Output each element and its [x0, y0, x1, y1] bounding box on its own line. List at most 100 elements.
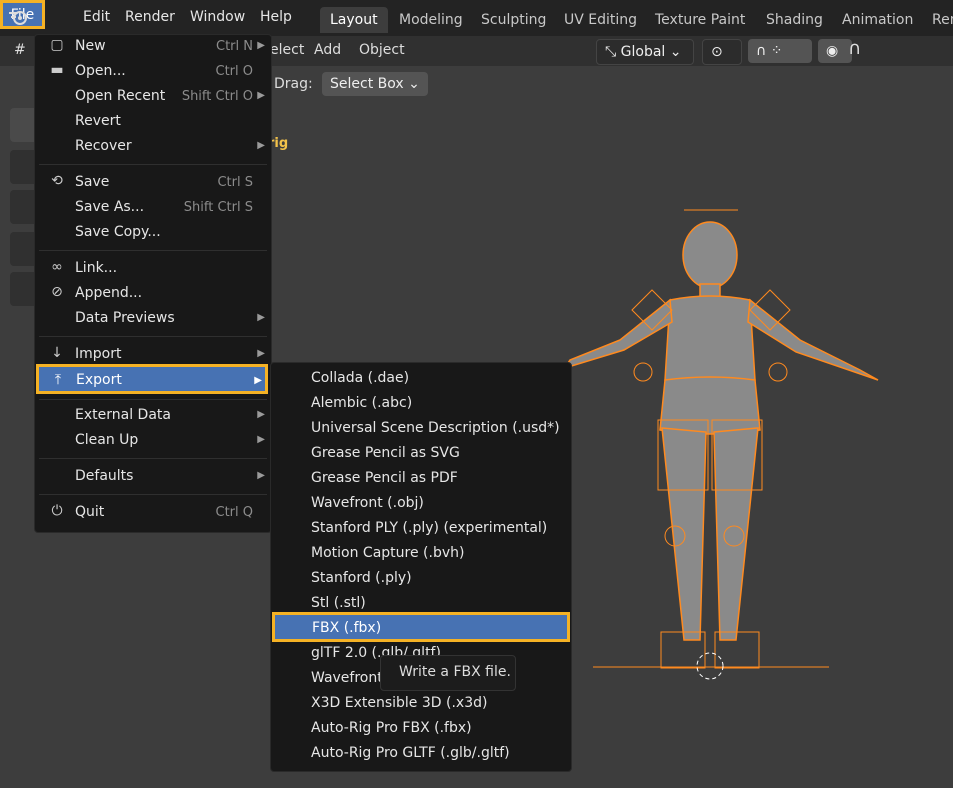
tab-shading[interactable]: Shading	[756, 7, 833, 33]
export-arp-fbx-item[interactable]: Auto-Rig Pro FBX (.fbx)	[271, 717, 571, 741]
export-gp-pdf-item[interactable]: Grease Pencil as PDF	[271, 467, 571, 491]
item-label: Save	[75, 174, 110, 190]
blender-logo-icon[interactable]	[8, 8, 30, 28]
file-save-as-item[interactable]: Save As... Shift Ctrl S	[35, 196, 271, 220]
submenu-arrow-icon: ▶	[257, 409, 265, 420]
tab-animation[interactable]: Animation	[832, 7, 923, 33]
menu-select[interactable]: elect	[270, 42, 304, 58]
file-defaults-item[interactable]: Defaults ▶	[35, 465, 271, 489]
item-label: FBX (.fbx)	[312, 620, 382, 636]
pivot-point-dropdown[interactable]: ⊙	[702, 39, 742, 65]
export-collada-item[interactable]: Collada (.dae)	[271, 367, 571, 391]
menu-edit[interactable]: Edit	[83, 9, 110, 25]
falloff-icon[interactable]: ∩	[848, 38, 861, 59]
tab-rendering[interactable]: Ren	[922, 7, 953, 33]
export-submenu: Collada (.dae) Alembic (.abc) Universal …	[270, 362, 572, 772]
shortcut-label: Shift Ctrl O	[181, 89, 253, 104]
tooltip-text: Write a FBX file.	[399, 664, 511, 680]
file-new-item[interactable]: ▢ New Ctrl N ▶	[35, 35, 271, 59]
item-label: Grease Pencil as SVG	[311, 445, 460, 461]
item-label: Recover	[75, 138, 132, 154]
file-recover-item[interactable]: Recover ▶	[35, 135, 271, 159]
item-label: New	[75, 38, 106, 54]
menu-separator	[39, 494, 267, 495]
tab-sculpting[interactable]: Sculpting	[471, 7, 556, 33]
folder-icon: ▬	[50, 62, 64, 78]
magnet-icon: ∩ ⁘	[756, 43, 783, 59]
export-obj-item[interactable]: Wavefront (.obj)	[271, 492, 571, 516]
editor-type-icon[interactable]: #	[14, 42, 26, 58]
item-label: Grease Pencil as PDF	[311, 470, 458, 486]
export-fbx-item[interactable]: FBX (.fbx)	[272, 612, 570, 642]
tab-uv-editing[interactable]: UV Editing	[554, 7, 647, 33]
export-gp-svg-item[interactable]: Grease Pencil as SVG	[271, 442, 571, 466]
orientation-dropdown[interactable]: ⤡ Global ⌄	[596, 39, 694, 65]
file-menu: ▢ New Ctrl N ▶ ▬ Open... Ctrl O Open Rec…	[34, 34, 272, 533]
shortcut-label: Ctrl S	[217, 175, 253, 190]
append-icon: ⊘	[51, 284, 63, 300]
proportional-edit-toggle[interactable]: ◉	[818, 39, 852, 63]
file-save-item[interactable]: ⟲ Save Ctrl S	[35, 171, 271, 195]
file-quit-item[interactable]: ⏻ Quit Ctrl Q	[35, 501, 271, 525]
link-icon: ∞	[51, 259, 63, 275]
file-link-item[interactable]: ∞ Link...	[35, 257, 271, 281]
item-label: Motion Capture (.bvh)	[311, 545, 465, 561]
menu-separator	[39, 164, 267, 165]
export-ply-item[interactable]: Stanford (.ply)	[271, 567, 571, 591]
file-save-copy-item[interactable]: Save Copy...	[35, 221, 271, 245]
transform-orientation-icon: ⤡	[605, 44, 617, 60]
export-icon: ⤒	[54, 372, 62, 388]
item-label: Save Copy...	[75, 224, 161, 240]
submenu-arrow-icon: ▶	[257, 470, 265, 481]
export-alembic-item[interactable]: Alembic (.abc)	[271, 392, 571, 416]
item-label: Wavefront	[311, 670, 383, 686]
item-label: Defaults	[75, 468, 134, 484]
file-append-item[interactable]: ⊘ Append...	[35, 282, 271, 306]
export-ply-experimental-item[interactable]: Stanford PLY (.ply) (experimental)	[271, 517, 571, 541]
export-x3d-item[interactable]: X3D Extensible 3D (.x3d)	[271, 692, 571, 716]
tooltip: Write a FBX file.	[380, 655, 516, 691]
item-label: Export	[76, 372, 122, 388]
tab-modeling[interactable]: Modeling	[389, 7, 473, 33]
file-open-item[interactable]: ▬ Open... Ctrl O	[35, 60, 271, 84]
item-label: Quit	[75, 504, 105, 520]
item-label: Stanford (.ply)	[311, 570, 412, 586]
export-bvh-item[interactable]: Motion Capture (.bvh)	[271, 542, 571, 566]
export-usd-item[interactable]: Universal Scene Description (.usd*)	[271, 417, 571, 441]
submenu-arrow-icon: ▶	[257, 90, 265, 101]
orientation-value: Global	[620, 44, 666, 60]
menu-window[interactable]: Window	[190, 9, 245, 25]
menu-object[interactable]: Object	[359, 42, 405, 58]
tab-layout[interactable]: Layout	[320, 7, 388, 33]
item-label: Collada (.dae)	[311, 370, 410, 386]
file-open-recent-item[interactable]: Open Recent Shift Ctrl O ▶	[35, 85, 271, 109]
top-bar: File Edit Render Window Help Layout Mode…	[0, 0, 953, 36]
new-file-icon: ▢	[50, 37, 64, 53]
import-icon: ↓	[51, 345, 63, 361]
save-icon: ⟲	[51, 173, 63, 189]
snap-toggle[interactable]: ∩ ⁘	[748, 39, 812, 63]
item-label: Revert	[75, 113, 121, 129]
item-label: Stanford PLY (.ply) (experimental)	[311, 520, 548, 536]
tab-texture-paint[interactable]: Texture Paint	[645, 7, 755, 33]
file-export-item[interactable]: ⤒ Export ▶	[36, 364, 268, 394]
menu-separator	[39, 336, 267, 337]
shortcut-label: Ctrl O	[215, 64, 254, 79]
menu-add[interactable]: Add	[314, 42, 341, 58]
file-data-previews-item[interactable]: Data Previews ▶	[35, 307, 271, 331]
item-label: Alembic (.abc)	[311, 395, 413, 411]
file-revert-item[interactable]: Revert	[35, 110, 271, 134]
item-label: Clean Up	[75, 432, 139, 448]
menu-render[interactable]: Render	[125, 9, 175, 25]
item-label: Universal Scene Description (.usd*)	[311, 420, 560, 436]
file-clean-up-item[interactable]: Clean Up ▶	[35, 429, 271, 453]
menu-help[interactable]: Help	[260, 9, 292, 25]
export-arp-gltf-item[interactable]: Auto-Rig Pro GLTF (.glb/.gltf)	[271, 742, 571, 766]
file-external-data-item[interactable]: External Data ▶	[35, 404, 271, 428]
item-label: Link...	[75, 260, 118, 276]
shortcut-label: Ctrl Q	[215, 505, 254, 520]
shortcut-label: Ctrl N	[216, 39, 253, 54]
power-icon: ⏻	[51, 503, 63, 519]
drag-select-dropdown[interactable]: Select Box ⌄	[322, 72, 428, 96]
character-rig-illustration[interactable]	[560, 200, 890, 690]
